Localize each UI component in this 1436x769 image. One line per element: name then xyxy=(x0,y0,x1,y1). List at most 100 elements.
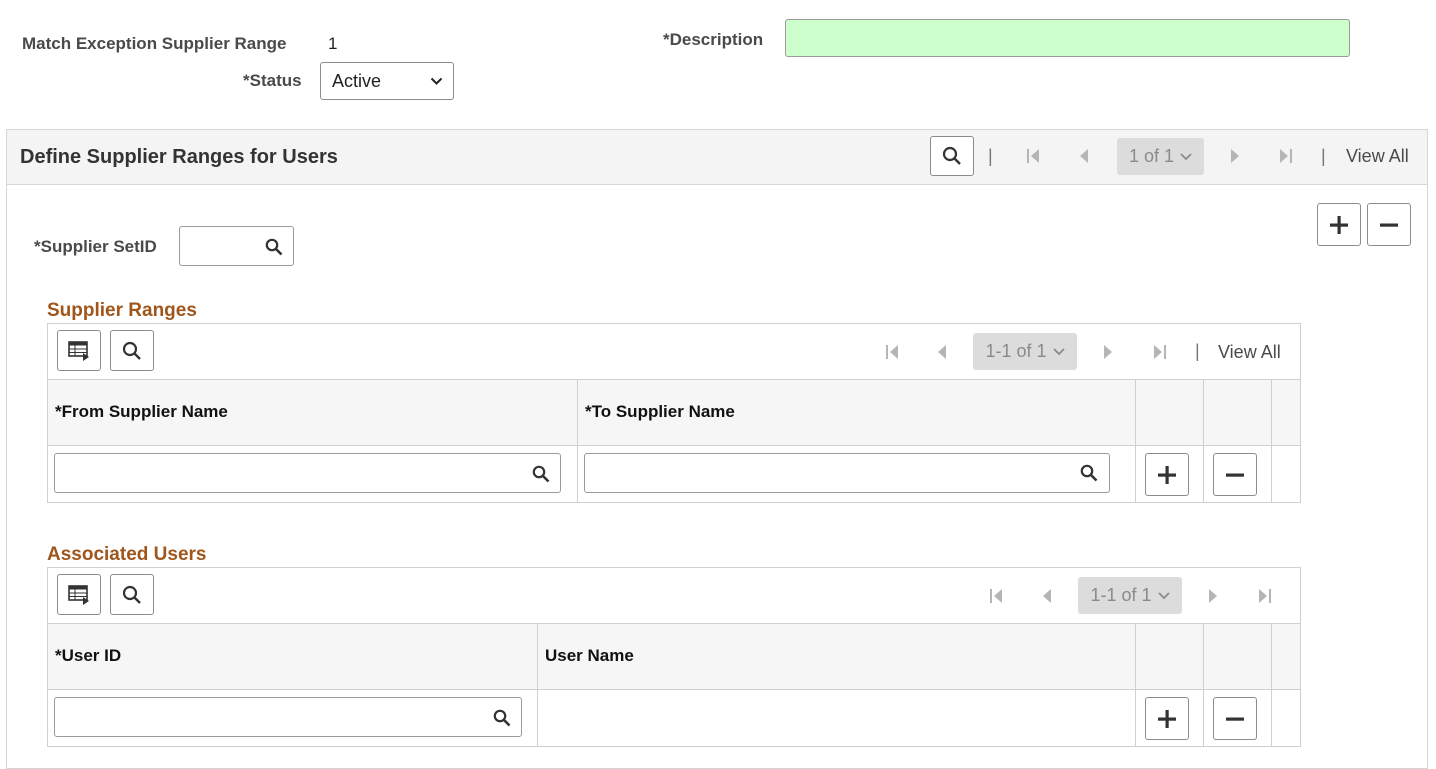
grid-footer-line xyxy=(48,746,1300,749)
remove-row-button[interactable] xyxy=(1367,203,1411,246)
column-header-user-name: User Name xyxy=(545,646,634,666)
search-icon[interactable] xyxy=(532,465,550,483)
supplier-setid-label: *Supplier SetID xyxy=(34,237,157,257)
add-row-button[interactable] xyxy=(1145,697,1189,740)
grid-header: *User ID User Name xyxy=(48,624,1300,690)
next-page-icon xyxy=(1101,343,1115,361)
search-icon xyxy=(942,146,962,166)
next-page-icon xyxy=(1228,147,1242,165)
column-divider xyxy=(1271,380,1272,446)
from-supplier-input[interactable] xyxy=(54,453,561,493)
column-divider xyxy=(1135,690,1136,746)
search-icon xyxy=(122,341,142,361)
column-divider xyxy=(537,624,538,690)
minus-icon xyxy=(1379,215,1399,235)
search-icon xyxy=(122,585,142,605)
remove-row-button[interactable] xyxy=(1213,453,1257,496)
panel-pager[interactable]: 1 of 1 xyxy=(1117,138,1204,175)
grid-find-button[interactable] xyxy=(110,574,154,615)
column-divider xyxy=(577,446,578,502)
supplier-ranges-pager-text: 1-1 of 1 xyxy=(985,341,1046,362)
first-page-icon xyxy=(884,343,900,361)
associated-users-pager-text: 1-1 of 1 xyxy=(1090,585,1151,606)
table-row xyxy=(48,446,1300,502)
column-divider xyxy=(537,690,538,746)
last-page-icon xyxy=(1257,587,1273,605)
search-icon[interactable] xyxy=(265,238,283,256)
minus-icon xyxy=(1225,709,1245,729)
last-page-icon xyxy=(1278,147,1294,165)
view-all-link[interactable]: View All xyxy=(1218,342,1281,363)
user-id-input[interactable] xyxy=(54,697,522,737)
description-input[interactable] xyxy=(785,19,1350,57)
chevron-down-icon xyxy=(430,77,443,86)
panel-search-button[interactable] xyxy=(930,136,974,176)
column-divider xyxy=(1203,690,1204,746)
grid-settings-icon xyxy=(68,341,90,361)
plus-icon xyxy=(1329,215,1349,235)
column-divider xyxy=(1135,624,1136,690)
supplier-ranges-panel: Define Supplier Ranges for Users | 1 of … xyxy=(6,129,1428,769)
column-divider xyxy=(1271,624,1272,690)
supplier-ranges-grid: 1-1 of 1 | View All *From Supplier Name … xyxy=(47,323,1301,503)
previous-page-icon xyxy=(1040,587,1054,605)
supplier-ranges-pager[interactable]: 1-1 of 1 xyxy=(973,333,1077,370)
associated-users-title: Associated Users xyxy=(47,544,206,566)
column-header-to-supplier: *To Supplier Name xyxy=(585,402,735,422)
personalize-grid-button[interactable] xyxy=(57,330,101,371)
panel-title: Define Supplier Ranges for Users xyxy=(20,146,338,169)
separator: | xyxy=(1195,341,1200,362)
column-divider xyxy=(1203,380,1204,446)
column-divider xyxy=(1135,446,1136,502)
chevron-down-icon xyxy=(1053,348,1065,356)
search-icon[interactable] xyxy=(493,709,511,727)
separator: | xyxy=(988,146,993,167)
search-icon[interactable] xyxy=(1080,464,1098,482)
supplier-setid-input[interactable] xyxy=(179,226,294,266)
last-page-icon xyxy=(1152,343,1168,361)
status-label: *Status xyxy=(243,71,302,91)
range-value: 1 xyxy=(328,34,337,54)
column-divider xyxy=(1135,380,1136,446)
status-select-value: Active xyxy=(332,71,381,92)
view-all-link[interactable]: View All xyxy=(1346,146,1409,167)
column-divider xyxy=(1271,690,1272,746)
grid-find-button[interactable] xyxy=(110,330,154,371)
plus-icon xyxy=(1157,709,1177,729)
grid-footer-line xyxy=(48,502,1300,505)
first-page-icon xyxy=(1025,147,1041,165)
panel-pager-text: 1 of 1 xyxy=(1129,146,1174,167)
remove-row-button[interactable] xyxy=(1213,697,1257,740)
minus-icon xyxy=(1225,465,1245,485)
plus-icon xyxy=(1157,465,1177,485)
add-row-button[interactable] xyxy=(1145,453,1189,496)
description-label: *Description xyxy=(663,30,763,50)
table-row xyxy=(48,690,1300,746)
to-supplier-input[interactable] xyxy=(584,453,1110,493)
panel-header: Define Supplier Ranges for Users | 1 of … xyxy=(7,130,1427,185)
associated-users-grid: 1-1 of 1 *User ID User Name xyxy=(47,567,1301,747)
add-row-button[interactable] xyxy=(1317,203,1361,246)
associated-users-pager[interactable]: 1-1 of 1 xyxy=(1078,577,1182,614)
grid-toolbar: 1-1 of 1 xyxy=(48,568,1300,624)
previous-page-icon xyxy=(935,343,949,361)
status-select[interactable]: Active xyxy=(320,62,454,100)
column-divider xyxy=(1203,624,1204,690)
column-divider xyxy=(577,380,578,446)
chevron-down-icon xyxy=(1158,592,1170,600)
separator: | xyxy=(1321,146,1326,167)
chevron-down-icon xyxy=(1180,153,1192,161)
column-header-user-id: *User ID xyxy=(55,646,121,666)
column-divider xyxy=(1271,446,1272,502)
previous-page-icon xyxy=(1077,147,1091,165)
supplier-ranges-title: Supplier Ranges xyxy=(47,300,197,322)
grid-settings-icon xyxy=(68,585,90,605)
column-header-from-supplier: *From Supplier Name xyxy=(55,402,228,422)
grid-toolbar: 1-1 of 1 | View All xyxy=(48,324,1300,380)
range-label: Match Exception Supplier Range xyxy=(22,34,287,54)
first-page-icon xyxy=(988,587,1004,605)
next-page-icon xyxy=(1206,587,1220,605)
personalize-grid-button[interactable] xyxy=(57,574,101,615)
column-divider xyxy=(1203,446,1204,502)
grid-header: *From Supplier Name *To Supplier Name xyxy=(48,380,1300,446)
